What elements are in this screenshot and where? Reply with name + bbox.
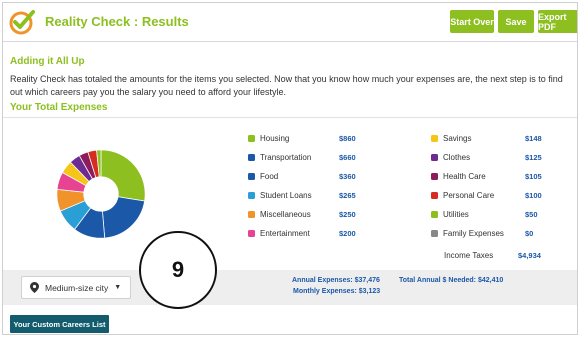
income-taxes-value: $4,934 bbox=[518, 251, 541, 260]
divider bbox=[3, 117, 577, 118]
shirt-icon bbox=[429, 152, 439, 162]
expense-row-personal-care: Personal Care bbox=[429, 189, 494, 201]
expense-row-housing: Housing bbox=[246, 132, 289, 144]
car-icon bbox=[246, 152, 256, 162]
food-icon bbox=[246, 171, 256, 181]
expense-value: $105 bbox=[525, 172, 542, 181]
save-button[interactable]: Save bbox=[498, 10, 534, 33]
annual-expenses: Annual Expenses: $37,476 bbox=[292, 277, 380, 284]
expense-row-food: Food bbox=[246, 170, 278, 182]
lightbulb-icon bbox=[429, 209, 439, 219]
expense-label: Student Loans bbox=[260, 190, 312, 200]
expense-value: $148 bbox=[525, 134, 542, 143]
expense-row-family-expenses: Family Expenses bbox=[429, 227, 504, 239]
expense-label: Family Expenses bbox=[443, 228, 504, 238]
expense-label: Food bbox=[260, 171, 279, 181]
page-title: Reality Check : Results bbox=[45, 14, 189, 29]
expense-value: $250 bbox=[339, 210, 356, 219]
step-callout: 9 bbox=[139, 231, 217, 309]
piggy-bank-icon bbox=[429, 133, 439, 143]
expense-row-utilities: Utilities bbox=[429, 208, 469, 220]
map-pin-icon bbox=[30, 282, 39, 293]
adding-heading: Adding it All Up bbox=[10, 56, 85, 67]
location-value: Medium-size city bbox=[45, 282, 109, 293]
expense-row-miscellaneous: Miscellaneous bbox=[246, 208, 311, 220]
expense-row-health-care: Health Care bbox=[429, 170, 486, 182]
total-annual-needed: Total Annual $ Needed: $42,410 bbox=[399, 277, 504, 284]
house-icon bbox=[246, 133, 256, 143]
chevron-down-icon: ▼ bbox=[114, 284, 122, 291]
ticket-icon bbox=[246, 228, 256, 238]
expense-value: $100 bbox=[525, 191, 542, 200]
family-icon bbox=[429, 228, 439, 238]
income-taxes-label: Income Taxes bbox=[444, 250, 494, 260]
expense-label: Transportation bbox=[260, 152, 312, 162]
expense-label: Utilities bbox=[443, 209, 469, 219]
expense-value: $660 bbox=[339, 153, 356, 162]
expense-row-entertainment: Entertainment bbox=[246, 227, 310, 239]
expense-label: Housing bbox=[260, 133, 290, 143]
custom-careers-button[interactable]: Your Custom Careers List bbox=[10, 315, 109, 333]
expense-label: Miscellaneous bbox=[260, 209, 311, 219]
expense-row-clothes: Clothes bbox=[429, 151, 470, 163]
checkmark-logo-icon bbox=[9, 10, 35, 35]
expense-value: $125 bbox=[525, 153, 542, 162]
expense-row-student-loans: Student Loans bbox=[246, 189, 312, 201]
expense-value: $200 bbox=[339, 229, 356, 238]
location-dropdown[interactable]: Medium-size city ▼ bbox=[21, 276, 131, 299]
medical-kit-icon bbox=[429, 171, 439, 181]
donut-hole bbox=[83, 176, 119, 212]
header-bar: Reality Check : Results Start Over Save … bbox=[3, 3, 577, 42]
graduation-cap-icon bbox=[246, 190, 256, 200]
start-over-button[interactable]: Start Over bbox=[450, 10, 494, 33]
expense-value: $360 bbox=[339, 172, 356, 181]
expense-row-transportation: Transportation bbox=[246, 151, 311, 163]
expense-label: Clothes bbox=[443, 152, 471, 162]
expense-label: Savings bbox=[443, 133, 472, 143]
expense-label: Personal Care bbox=[443, 190, 495, 200]
results-window: Reality Check : Results Start Over Save … bbox=[2, 2, 578, 335]
expense-value: $860 bbox=[339, 134, 356, 143]
misc-icon bbox=[246, 209, 256, 219]
expense-value: $265 bbox=[339, 191, 356, 200]
export-pdf-button[interactable]: Export PDF bbox=[538, 10, 577, 33]
lips-icon bbox=[429, 190, 439, 200]
expenses-donut-chart bbox=[56, 149, 146, 239]
monthly-expenses: Monthly Expenses: $3,123 bbox=[293, 288, 381, 295]
expense-label: Health Care bbox=[443, 171, 486, 181]
adding-description: Reality Check has totaled the amounts fo… bbox=[10, 74, 563, 97]
expense-label: Entertainment bbox=[260, 228, 310, 238]
expense-row-savings: Savings bbox=[429, 132, 471, 144]
expense-value: $0 bbox=[525, 229, 534, 238]
expenses-heading: Your Total Expenses bbox=[10, 102, 108, 113]
summary-footer: Medium-size city ▼ Annual Expenses: $37,… bbox=[3, 270, 577, 305]
expense-value: $50 bbox=[525, 210, 538, 219]
